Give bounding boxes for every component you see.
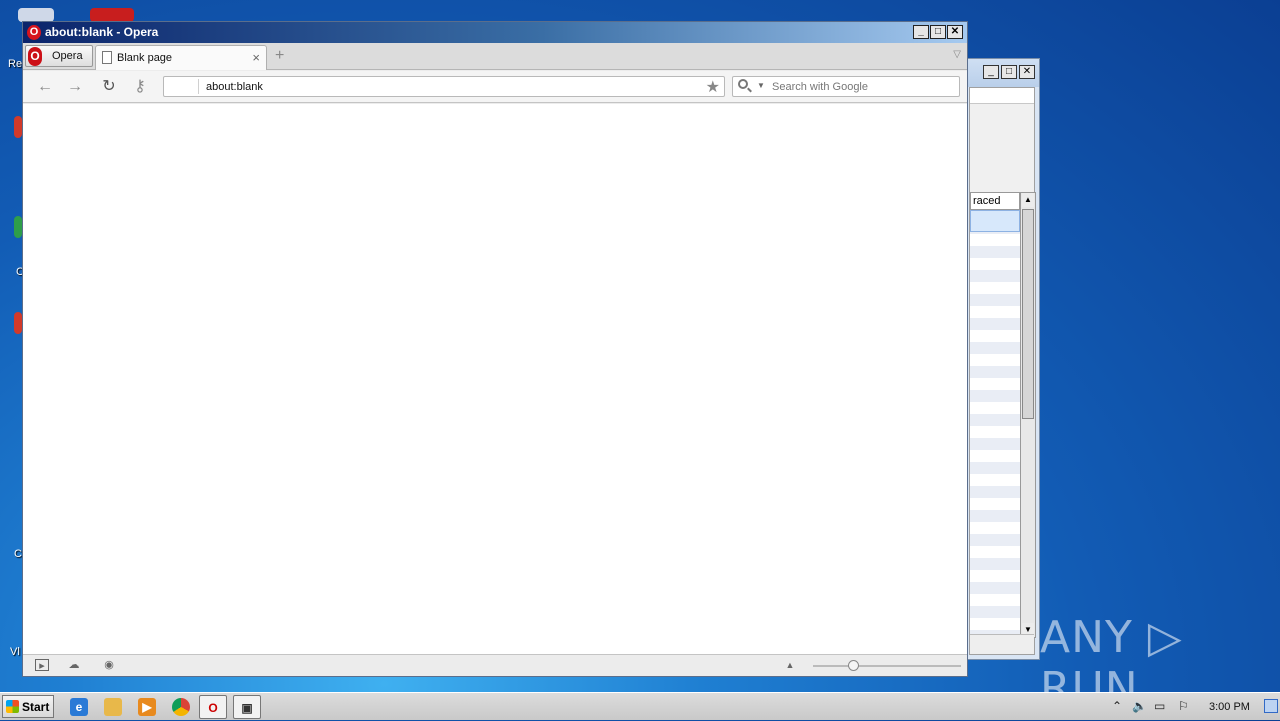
chrome-icon[interactable]	[172, 698, 190, 716]
new-tab-icon[interactable]: +	[275, 48, 284, 64]
search-icon	[738, 79, 748, 89]
opera-window[interactable]: O about:blank - Opera _ □ ✕ O Opera Blan…	[22, 21, 968, 677]
scroll-up-icon[interactable]: ▲	[1022, 193, 1034, 207]
back-arrow-icon[interactable]: ←	[35, 77, 55, 97]
background-window[interactable]: _ □ ✕ raced ▲ ▼	[964, 58, 1040, 660]
taskbar: Start e ▶ O ▣ ⌃ 🔈 ▭ ⚐ 3:00 PM	[0, 692, 1280, 720]
desktop-icon-label: Re	[8, 58, 23, 70]
start-label: Start	[22, 700, 50, 714]
opera-logo-icon: O	[28, 47, 42, 66]
window-title: about:blank - Opera	[45, 25, 159, 39]
bookmark-star-icon[interactable]: ★	[706, 77, 720, 97]
opera-menu-label: Opera	[52, 50, 83, 62]
show-hidden-icons-icon[interactable]: ⌃	[1112, 699, 1122, 713]
opera-menu-button[interactable]: O Opera	[25, 45, 93, 67]
clock[interactable]: 3:00 PM	[1209, 701, 1250, 713]
media-player-icon[interactable]: ▶	[138, 698, 156, 716]
windows-flag-icon	[6, 700, 19, 713]
tab-bar: O Opera Blank page × + ▽	[23, 43, 967, 70]
bg-list[interactable]	[970, 210, 1020, 640]
tab-close-icon[interactable]: ×	[252, 50, 260, 65]
close-button[interactable]: ✕	[947, 25, 963, 39]
desktop-icon-label: Vl	[10, 646, 20, 658]
tab-blank-page[interactable]: Blank page ×	[95, 45, 267, 70]
bg-maximize-button[interactable]: □	[1001, 65, 1017, 79]
forward-arrow-icon[interactable]: →	[65, 77, 85, 97]
background-window-body: raced ▲ ▼	[969, 87, 1036, 655]
action-center-flag-icon[interactable]: ⚐	[1178, 699, 1189, 713]
search-placeholder: Search with Google	[772, 81, 868, 93]
desktop-icon-app[interactable]	[90, 8, 134, 22]
zoom-slider[interactable]	[813, 665, 961, 667]
bg-vertical-scrollbar[interactable]: ▲ ▼	[1020, 192, 1036, 638]
file-explorer-icon[interactable]	[104, 698, 122, 716]
address-separator	[198, 79, 199, 94]
volume-icon[interactable]: 🔈	[1132, 699, 1147, 713]
network-icon[interactable]: ▭	[1154, 699, 1165, 713]
desktop-icon-opera[interactable]	[14, 116, 22, 138]
panel-toggle-icon[interactable]: ▸	[35, 659, 49, 672]
minimize-button[interactable]: _	[913, 25, 929, 39]
tab-menu-chevron-icon[interactable]: ▽	[953, 49, 961, 60]
view-options-up-icon[interactable]: ▲	[783, 659, 797, 671]
address-bar[interactable]: about:blank ★	[163, 76, 725, 97]
wand-key-icon[interactable]: ⚷	[130, 77, 150, 97]
page-icon	[102, 51, 112, 64]
reload-icon[interactable]: ↻	[99, 77, 119, 97]
show-desktop-button[interactable]	[1264, 699, 1278, 713]
desktop-icon-label: C	[14, 548, 22, 560]
bg-column-header[interactable]: raced	[970, 192, 1020, 210]
system-tray: ⌃ 🔈 ▭ ⚐	[1100, 693, 1280, 721]
tab-label: Blank page	[117, 52, 173, 64]
navigation-bar: ← → ↻ ⚷ about:blank ★ ▼ Search with Goog…	[23, 71, 967, 103]
zoom-slider-knob[interactable]	[848, 660, 859, 671]
desktop-icon-recycle-bin[interactable]	[18, 8, 54, 22]
page-content[interactable]	[23, 104, 967, 655]
bg-close-button[interactable]: ✕	[1019, 65, 1035, 79]
app-taskbar-button[interactable]: ▣	[233, 695, 261, 719]
bg-selected-row[interactable]	[970, 210, 1020, 232]
desktop-icon-opera-2[interactable]	[14, 312, 22, 334]
address-input[interactable]: about:blank	[206, 81, 263, 93]
start-button[interactable]: Start	[2, 695, 54, 718]
opera-turbo-icon[interactable]: ◉	[102, 659, 116, 671]
opera-logo-icon: O	[27, 25, 41, 40]
bg-status-bar	[970, 634, 1034, 654]
internet-explorer-icon[interactable]: e	[70, 698, 88, 716]
bg-minimize-button[interactable]: _	[983, 65, 999, 79]
bg-scroll-thumb[interactable]	[1022, 209, 1034, 419]
search-engine-dropdown-icon[interactable]: ▼	[757, 81, 765, 90]
opera-taskbar-button[interactable]: O	[199, 695, 227, 719]
desktop-icon-chrome[interactable]	[14, 216, 22, 238]
opera-link-cloud-icon[interactable]: ☁	[67, 659, 81, 671]
bg-toolbar	[970, 88, 1034, 104]
opera-titlebar[interactable]: O about:blank - Opera _ □ ✕	[23, 22, 967, 43]
status-bar: ▸ ☁ ◉ ▲	[23, 654, 967, 676]
maximize-button[interactable]: □	[930, 25, 946, 39]
background-window-caption[interactable]: _ □ ✕	[965, 59, 1039, 87]
search-field[interactable]: ▼ Search with Google	[732, 76, 960, 97]
